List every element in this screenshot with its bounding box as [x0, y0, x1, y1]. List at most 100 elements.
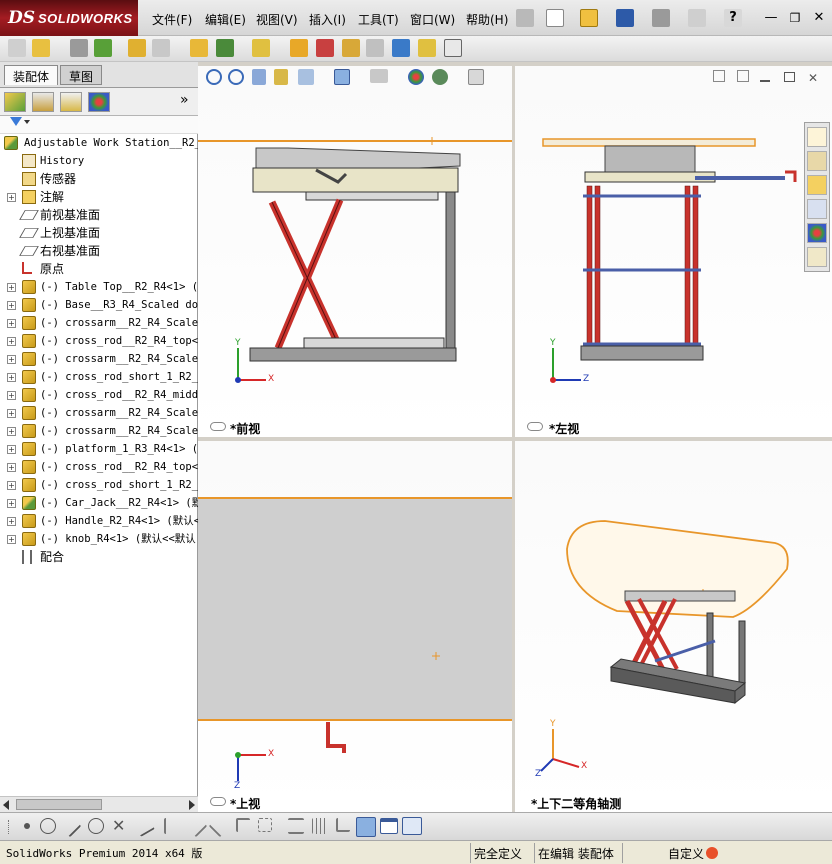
explode-line-icon[interactable] [366, 39, 384, 57]
tree-item[interactable]: + (-) crossarm__R2_R4_Scaled [0, 422, 198, 440]
menu-tools[interactable]: 工具(T) [358, 11, 399, 28]
tree-item[interactable]: Adjustable Work Station__R2_R4 [0, 134, 198, 152]
section-view-icon[interactable] [274, 69, 288, 85]
tree-item[interactable]: + (-) Car_Jack__R2_R4<1> (默 [0, 494, 198, 512]
link-view-icon[interactable] [527, 422, 543, 431]
tree-item[interactable]: 上视基准面 [0, 224, 198, 242]
menu-insert[interactable]: 插入(I) [309, 11, 346, 28]
link-view-icon[interactable] [210, 422, 226, 431]
viewport-left[interactable]: Y Z *左视 ✕ [515, 66, 832, 437]
menu-view[interactable]: 视图(V) [256, 11, 298, 28]
smart-dimension-icon[interactable] [288, 818, 304, 834]
new-document-icon[interactable] [546, 9, 564, 27]
tree-item[interactable]: 前视基准面 [0, 206, 198, 224]
tree-item[interactable]: 配合 [0, 548, 198, 566]
edit-appearance-icon[interactable] [408, 69, 424, 85]
view-settings-icon[interactable] [468, 69, 484, 85]
update-speedpak-icon[interactable] [418, 39, 436, 57]
scroll-left-icon[interactable] [3, 800, 9, 810]
line-icon[interactable] [58, 814, 82, 838]
design-library-icon[interactable] [807, 151, 827, 171]
four-view-icon[interactable] [402, 817, 422, 835]
close-icon[interactable]: ✕ [810, 9, 828, 27]
help-question-icon[interactable]: ? [724, 9, 742, 27]
appearances-icon[interactable] [807, 223, 827, 243]
single-view-icon[interactable] [380, 818, 398, 834]
tree-item[interactable]: + (-) Table Top__R2_R4<1> (默 [0, 278, 198, 296]
property-manager-tab-icon[interactable] [32, 92, 54, 112]
bill-of-materials-icon[interactable] [316, 39, 334, 57]
expand-toggle-icon[interactable]: + [7, 517, 16, 526]
tree-horizontal-scrollbar[interactable] [0, 796, 198, 812]
display-style-icon[interactable] [334, 69, 350, 85]
pin-menu-icon[interactable] [516, 9, 534, 27]
expand-toggle-icon[interactable]: + [7, 193, 16, 202]
mirror-entities-icon[interactable] [184, 814, 208, 838]
assembly-features-icon[interactable] [216, 39, 234, 57]
viewport-front[interactable]: Y X *前视 [198, 66, 512, 437]
add-relation-icon[interactable] [336, 818, 350, 832]
expand-toggle-icon[interactable]: + [7, 283, 16, 292]
expand-toggle-icon[interactable]: + [7, 535, 16, 544]
sketch-ellipse-icon[interactable] [88, 818, 104, 834]
insert-component-icon[interactable] [8, 39, 26, 57]
move-component-icon[interactable] [152, 39, 170, 57]
linear-pattern-icon[interactable] [94, 39, 112, 57]
scroll-thumb[interactable] [16, 799, 102, 810]
filter-icon[interactable] [10, 117, 22, 126]
tab-sketch[interactable]: 草图 [60, 65, 103, 85]
tree-item[interactable]: + (-) crossarm__R2_R4_Scaled [0, 350, 198, 368]
viewport-top[interactable]: X Z *上视 [198, 441, 512, 812]
configuration-manager-tab-icon[interactable] [60, 92, 82, 112]
tree-item[interactable]: + (-) cross_rod__R2_R4_middl [0, 386, 198, 404]
file-explorer-icon[interactable] [807, 175, 827, 195]
grid-icon[interactable] [312, 818, 328, 834]
home-icon[interactable] [807, 127, 827, 147]
expand-toggle-icon[interactable]: + [7, 373, 16, 382]
expand-toggle-icon[interactable]: + [7, 391, 16, 400]
reference-geometry-icon[interactable] [252, 39, 270, 57]
mate-icon[interactable] [70, 39, 88, 57]
apply-scene-icon[interactable] [432, 69, 448, 85]
shaded-display-icon[interactable] [356, 817, 376, 837]
smart-fasteners-icon[interactable] [128, 39, 146, 57]
point-icon[interactable] [24, 823, 30, 829]
tree-item[interactable]: 右视基准面 [0, 242, 198, 260]
new-part-icon[interactable] [32, 39, 50, 57]
expand-toggle-icon[interactable]: + [7, 301, 16, 310]
expand-toggle-icon[interactable]: + [7, 463, 16, 472]
expand-toggle-icon[interactable]: + [7, 481, 16, 490]
circle-icon[interactable] [40, 818, 56, 834]
expand-toggle-icon[interactable]: + [7, 337, 16, 346]
viewport-close-icon[interactable]: ✕ [808, 71, 818, 85]
units-status[interactable]: 自定义 [668, 845, 704, 862]
tree-item[interactable]: 原点 [0, 260, 198, 278]
minimize-icon[interactable]: — [762, 9, 780, 27]
snapshot-icon[interactable] [444, 39, 462, 57]
scroll-right-icon[interactable] [189, 800, 195, 810]
tree-item[interactable]: + (-) platform_1_R3_R4<1> (默 [0, 440, 198, 458]
show-hidden-icon[interactable] [190, 39, 208, 57]
chevron-down-icon[interactable] [24, 120, 30, 124]
tree-item[interactable]: History [0, 152, 198, 170]
expand-toggle-icon[interactable]: + [7, 319, 16, 328]
tree-item[interactable]: + (-) cross_rod__R2_R4_top< [0, 458, 198, 476]
menu-window[interactable]: 窗口(W) [410, 11, 455, 28]
tree-item[interactable]: + (-) cross_rod__R2_R4_top< [0, 332, 198, 350]
tree-item[interactable]: 传感器 [0, 170, 198, 188]
print-icon[interactable] [652, 9, 670, 27]
display-manager-tab-icon[interactable] [88, 92, 110, 112]
menu-help[interactable]: 帮助(H) [466, 11, 508, 28]
tab-assembly[interactable]: 装配体 [4, 65, 59, 85]
convert-entities-icon[interactable] [208, 814, 232, 838]
solidworks-logo[interactable]: DS SOLIDWORKS [0, 0, 138, 36]
expand-toggle-icon[interactable]: + [7, 427, 16, 436]
split-horizontal-icon[interactable] [736, 70, 749, 82]
tree-item[interactable]: + (-) Base__R3_R4_Scaled dow [0, 296, 198, 314]
restore-icon[interactable]: ❐ [786, 9, 804, 27]
tree-item[interactable]: + 注解 [0, 188, 198, 206]
link-view-icon[interactable] [210, 797, 226, 806]
tree-item[interactable]: + (-) cross_rod_short_1_R2_R [0, 368, 198, 386]
split-vertical-icon[interactable] [713, 70, 725, 82]
menu-edit[interactable]: 编辑(E) [205, 11, 246, 28]
